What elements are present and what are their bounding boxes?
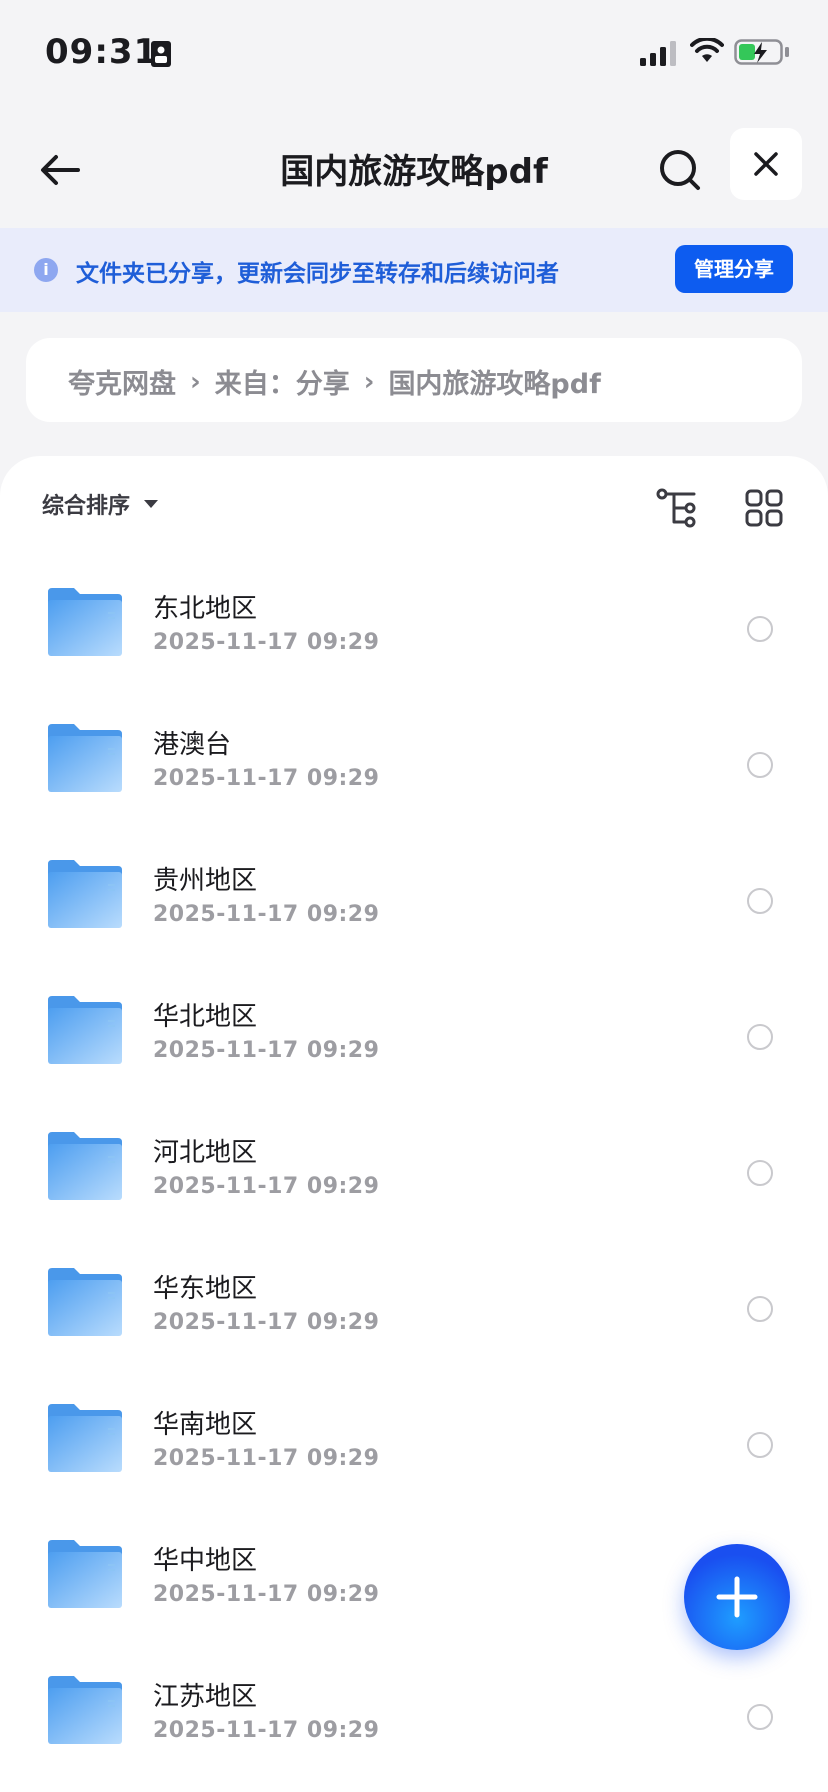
select-checkbox[interactable] bbox=[747, 1296, 773, 1322]
chevron-right-icon: › bbox=[190, 366, 201, 397]
caret-down-icon bbox=[144, 500, 159, 508]
info-icon: i bbox=[34, 258, 58, 282]
list-item[interactable]: 港澳台 2025-11-17 09:29 bbox=[0, 700, 828, 836]
select-checkbox[interactable] bbox=[747, 1024, 773, 1050]
folder-icon bbox=[48, 1132, 122, 1200]
item-date: 2025-11-17 09:29 bbox=[153, 1310, 380, 1335]
breadcrumb: 夸克网盘 › 来自：分享 › 国内旅游攻略pdf bbox=[26, 338, 802, 422]
nav-bar: 国内旅游攻略pdf bbox=[0, 120, 828, 220]
list-item[interactable]: 河北地区 2025-11-17 09:29 bbox=[0, 1108, 828, 1244]
folder-icon bbox=[48, 588, 122, 656]
sort-label: 综合排序 bbox=[42, 494, 131, 519]
folder-icon bbox=[48, 1268, 122, 1336]
list-item[interactable]: 东北地区 2025-11-17 09:29 bbox=[0, 564, 828, 700]
status-bar: 09:31 bbox=[0, 0, 828, 100]
list-item[interactable]: 江苏地区 2025-11-17 09:29 bbox=[0, 1652, 828, 1788]
close-button[interactable] bbox=[730, 128, 802, 200]
breadcrumb-item-share[interactable]: 来自：分享 bbox=[215, 362, 350, 401]
item-name: 华北地区 bbox=[153, 1002, 258, 1032]
tree-view-icon bbox=[656, 488, 696, 528]
search-icon bbox=[660, 150, 700, 190]
wifi-icon bbox=[690, 38, 724, 62]
plus-icon bbox=[716, 1576, 758, 1618]
select-checkbox[interactable] bbox=[747, 616, 773, 642]
item-name: 华东地区 bbox=[153, 1274, 258, 1304]
list-item[interactable]: 贵州地区 2025-11-17 09:29 bbox=[0, 836, 828, 972]
item-date: 2025-11-17 09:29 bbox=[153, 1038, 380, 1063]
item-date: 2025-11-17 09:29 bbox=[153, 630, 380, 655]
battery-icon bbox=[734, 39, 789, 65]
select-checkbox[interactable] bbox=[747, 1704, 773, 1730]
list-item[interactable]: 华北地区 2025-11-17 09:29 bbox=[0, 972, 828, 1108]
manage-share-button[interactable]: 管理分享 bbox=[675, 245, 793, 293]
share-banner: i 文件夹已分享，更新会同步至转存和后续访问者 管理分享 bbox=[0, 228, 828, 312]
select-checkbox[interactable] bbox=[747, 888, 773, 914]
item-date: 2025-11-17 09:29 bbox=[153, 1174, 380, 1199]
item-date: 2025-11-17 09:29 bbox=[153, 1446, 380, 1471]
item-date: 2025-11-17 09:29 bbox=[153, 766, 380, 791]
breadcrumb-item-root[interactable]: 夸克网盘 bbox=[68, 362, 176, 401]
folder-icon bbox=[48, 860, 122, 928]
item-name: 河北地区 bbox=[153, 1138, 258, 1168]
folder-icon bbox=[48, 996, 122, 1064]
grid-view-icon bbox=[745, 489, 783, 527]
breadcrumb-item-current: 国内旅游攻略pdf bbox=[388, 369, 601, 400]
item-name: 贵州地区 bbox=[153, 866, 258, 896]
item-name: 江苏地区 bbox=[153, 1682, 258, 1712]
folder-icon bbox=[48, 724, 122, 792]
item-name: 华南地区 bbox=[153, 1410, 258, 1440]
folder-icon bbox=[48, 1676, 122, 1744]
sort-dropdown[interactable]: 综合排序 bbox=[42, 488, 159, 520]
list-item[interactable]: 华东地区 2025-11-17 09:29 bbox=[0, 1244, 828, 1380]
close-icon bbox=[754, 152, 778, 176]
select-checkbox[interactable] bbox=[747, 1160, 773, 1186]
status-time: 09:31 bbox=[45, 32, 159, 72]
item-name: 华中地区 bbox=[153, 1546, 258, 1576]
tree-view-button[interactable] bbox=[654, 484, 702, 532]
item-date: 2025-11-17 09:29 bbox=[153, 902, 380, 927]
item-date: 2025-11-17 09:29 bbox=[153, 1718, 380, 1743]
signal-icon bbox=[640, 41, 676, 66]
sim-icon bbox=[151, 41, 171, 67]
item-name: 东北地区 bbox=[153, 594, 258, 624]
list-item[interactable]: 华南地区 2025-11-17 09:29 bbox=[0, 1380, 828, 1516]
chevron-right-icon: › bbox=[363, 366, 375, 397]
banner-text: 文件夹已分享，更新会同步至转存和后续访问者 bbox=[76, 261, 559, 287]
folder-icon bbox=[48, 1404, 122, 1472]
add-button[interactable] bbox=[684, 1544, 790, 1650]
select-checkbox[interactable] bbox=[747, 752, 773, 778]
search-button[interactable] bbox=[650, 140, 710, 200]
item-date: 2025-11-17 09:29 bbox=[153, 1582, 380, 1607]
grid-view-button[interactable] bbox=[740, 484, 788, 532]
folder-icon bbox=[48, 1540, 122, 1608]
select-checkbox[interactable] bbox=[747, 1432, 773, 1458]
item-name: 港澳台 bbox=[153, 730, 232, 760]
